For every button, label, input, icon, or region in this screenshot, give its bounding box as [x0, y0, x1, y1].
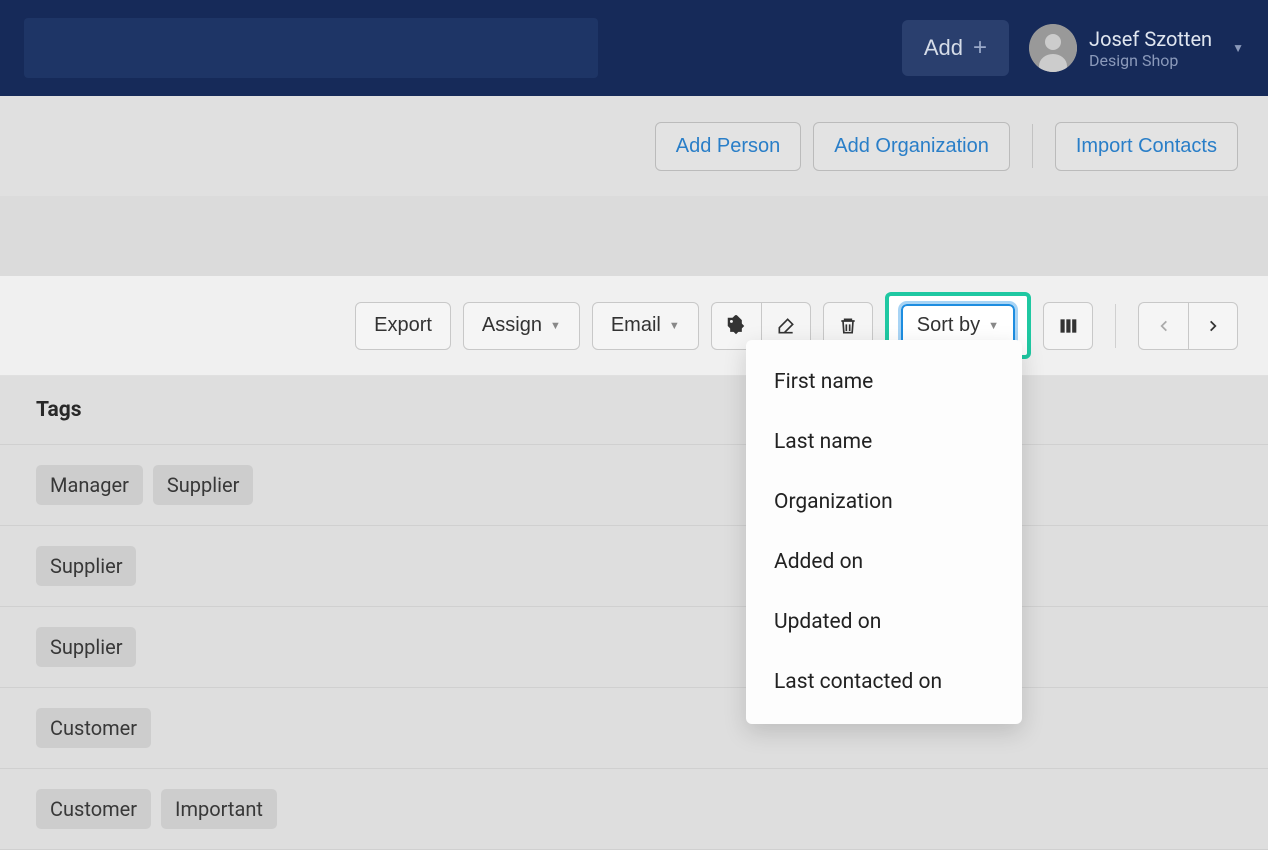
- table-row[interactable]: Supplier: [0, 607, 1268, 688]
- next-page-button[interactable]: [1188, 302, 1238, 350]
- chevron-down-icon: ▼: [669, 320, 680, 332]
- contacts-table: Tags ManagerSupplierSupplierSupplierCust…: [0, 376, 1268, 850]
- sort-option-first-name[interactable]: First name: [746, 352, 1022, 412]
- plus-icon: +: [973, 34, 987, 62]
- toolbar: Export Assign ▼ Email ▼ Sort by ▼: [0, 276, 1268, 376]
- assign-label: Assign: [482, 314, 542, 337]
- trash-icon: [838, 315, 858, 337]
- prev-page-button[interactable]: [1138, 302, 1188, 350]
- user-menu[interactable]: Josef Szotten Design Shop ▼: [1029, 24, 1244, 72]
- table-row[interactable]: Customer: [0, 688, 1268, 769]
- edit-icon: [776, 316, 796, 336]
- add-button[interactable]: Add +: [902, 20, 1009, 76]
- chevron-left-icon: [1157, 316, 1171, 336]
- sort-option-added-on[interactable]: Added on: [746, 532, 1022, 592]
- sort-option-last-contacted-on[interactable]: Last contacted on: [746, 652, 1022, 712]
- content-area: Add Person Add Organization Import Conta…: [0, 96, 1268, 850]
- search-input[interactable]: [24, 18, 598, 78]
- tag-chip: Supplier: [36, 627, 136, 667]
- chevron-down-icon: ▼: [1232, 41, 1244, 55]
- tag-chip: Supplier: [153, 465, 253, 505]
- sort-by-label: Sort by: [917, 314, 980, 337]
- table-header-tags: Tags: [0, 376, 1268, 445]
- export-button[interactable]: Export: [355, 302, 451, 350]
- add-person-button[interactable]: Add Person: [655, 122, 802, 171]
- columns-button[interactable]: [1043, 302, 1093, 350]
- chevron-down-icon: ▼: [988, 320, 999, 332]
- tag-chip: Important: [161, 789, 277, 829]
- sort-option-last-name[interactable]: Last name: [746, 412, 1022, 472]
- divider: [1115, 304, 1116, 348]
- table-row[interactable]: ManagerSupplier: [0, 445, 1268, 526]
- email-button[interactable]: Email ▼: [592, 302, 699, 350]
- user-name: Josef Szotten: [1089, 27, 1212, 51]
- table-row[interactable]: CustomerImportant: [0, 769, 1268, 850]
- sort-option-updated-on[interactable]: Updated on: [746, 592, 1022, 652]
- chevron-down-icon: ▼: [550, 320, 561, 332]
- divider: [1032, 124, 1033, 168]
- table-row[interactable]: Supplier: [0, 526, 1268, 607]
- import-contacts-button[interactable]: Import Contacts: [1055, 122, 1238, 171]
- user-org: Design Shop: [1089, 51, 1212, 70]
- sort-option-organization[interactable]: Organization: [746, 472, 1022, 532]
- sort-dropdown: First name Last name Organization Added …: [746, 340, 1022, 724]
- tag-icon: [725, 315, 747, 337]
- chevron-right-icon: [1206, 316, 1220, 336]
- spacer: [0, 196, 1268, 276]
- add-button-label: Add: [924, 35, 963, 61]
- assign-button[interactable]: Assign ▼: [463, 302, 580, 350]
- action-bar: Add Person Add Organization Import Conta…: [0, 96, 1268, 196]
- add-organization-button[interactable]: Add Organization: [813, 122, 1010, 171]
- avatar: [1029, 24, 1077, 72]
- email-label: Email: [611, 314, 661, 337]
- export-label: Export: [374, 314, 432, 337]
- columns-icon: [1057, 316, 1079, 336]
- tag-chip: Customer: [36, 789, 151, 829]
- tag-chip: Manager: [36, 465, 143, 505]
- tag-chip: Supplier: [36, 546, 136, 586]
- app-header: Add + Josef Szotten Design Shop ▼: [0, 0, 1268, 96]
- tag-chip: Customer: [36, 708, 151, 748]
- pagination-group: [1138, 302, 1238, 350]
